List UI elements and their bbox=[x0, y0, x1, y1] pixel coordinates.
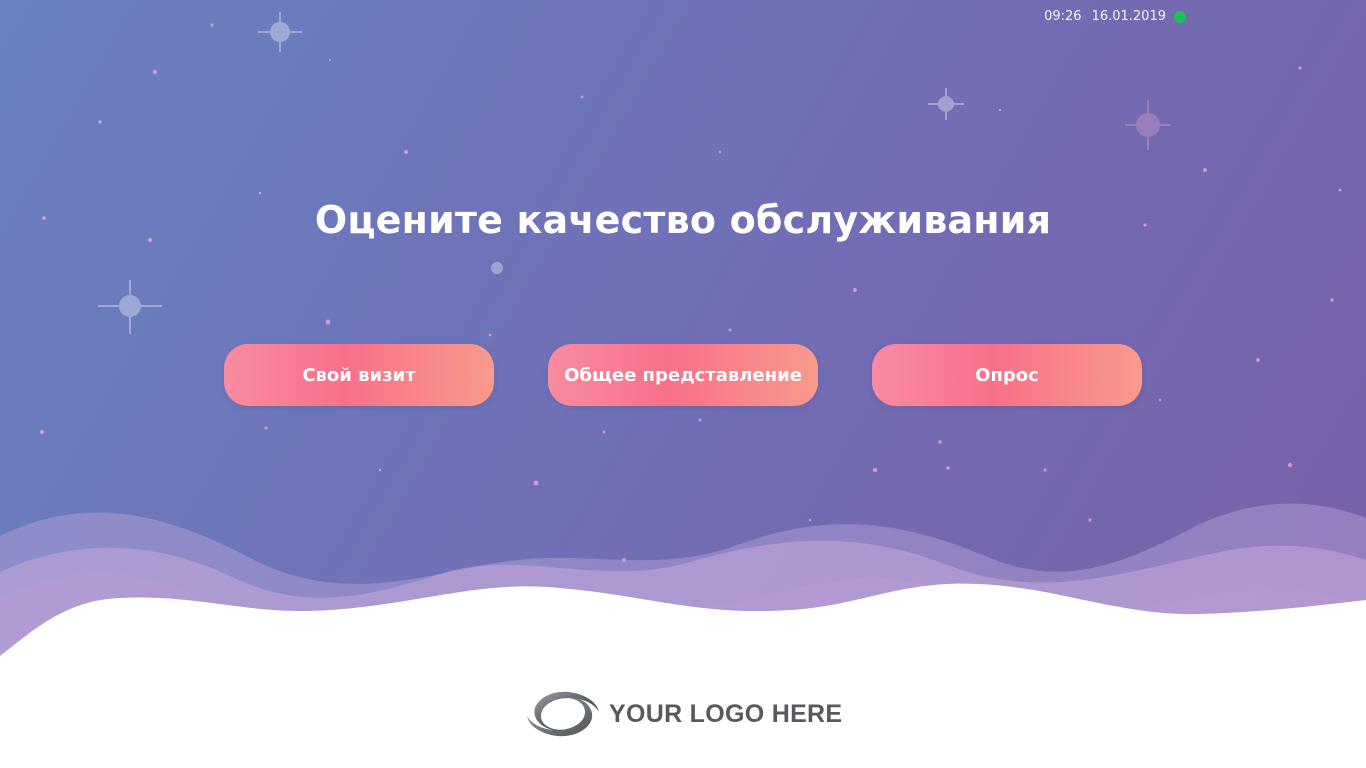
general-impression-button[interactable]: Общее представление bbox=[548, 344, 818, 406]
logo-text: YOUR LOGO HERE bbox=[609, 699, 843, 728]
swirl-logo-icon bbox=[527, 691, 599, 737]
own-visit-button[interactable]: Свой визит bbox=[224, 344, 494, 406]
company-logo: YOUR LOGO HERE bbox=[525, 686, 842, 742]
clock-time: 09:26 bbox=[1044, 9, 1082, 24]
survey-button[interactable]: Опрос bbox=[872, 344, 1142, 406]
status-bar: 09:26 16.01.2019 bbox=[1044, 9, 1186, 24]
online-status-indicator bbox=[1174, 10, 1186, 23]
feedback-screen: 09:26 16.01.2019 Оцените качество обслуж… bbox=[0, 0, 1366, 768]
page-title: Оцените качество обслуживания bbox=[314, 198, 1052, 242]
current-date: 16.01.2019 bbox=[1091, 9, 1166, 24]
